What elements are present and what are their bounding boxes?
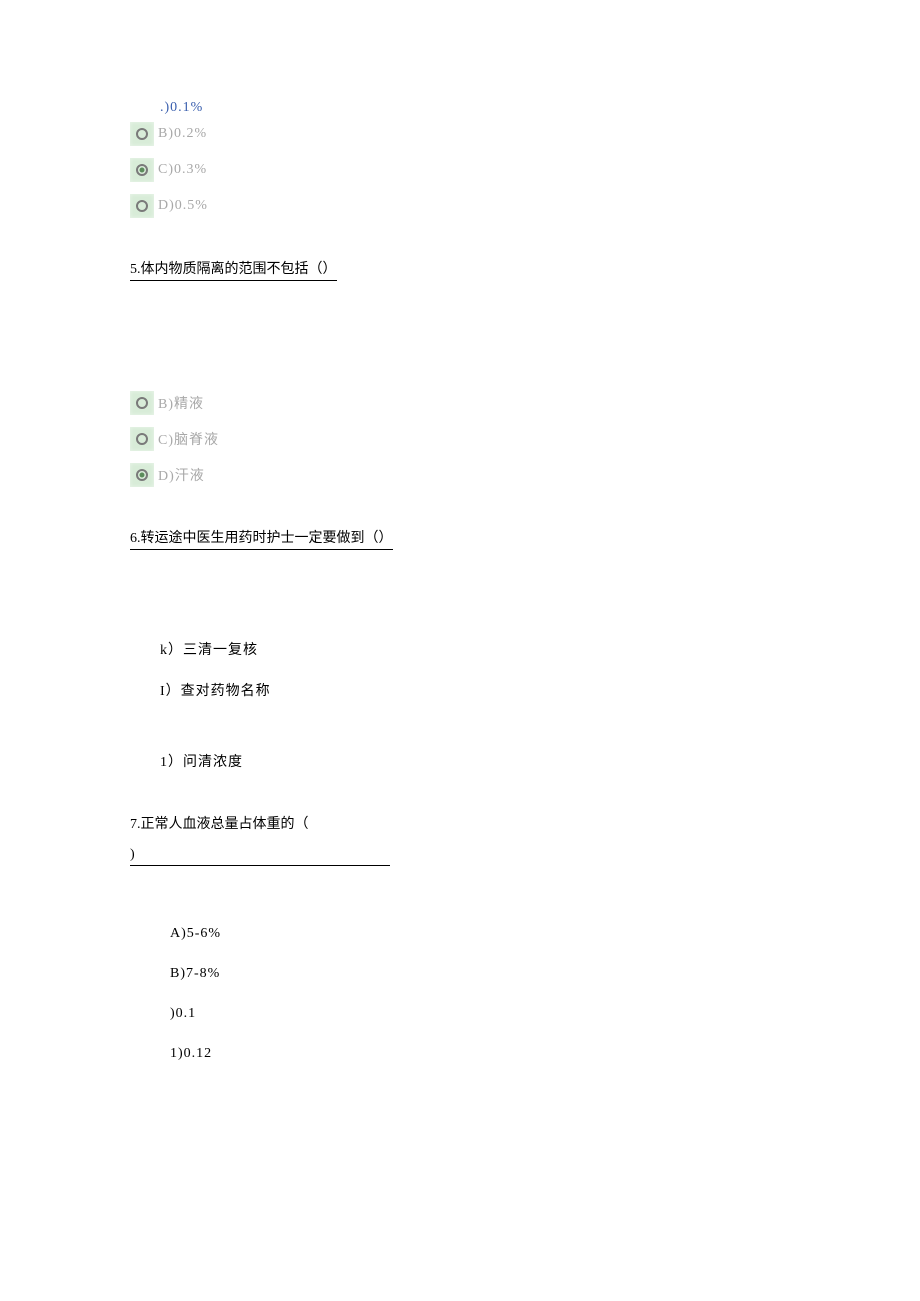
q6-item-i: I）查对药物名称 <box>160 681 280 702</box>
radio-unselected-icon[interactable] <box>130 122 154 146</box>
q7-options: A)5-6% B)7-8% )0.1 1)0.12 <box>130 926 790 1062</box>
q6-item-k: k）三清一复核 <box>160 640 270 661</box>
q5: 5.体内物质隔离的范围不包括（） <box>130 258 790 281</box>
q5-option-b-label: B)精液 <box>158 393 204 413</box>
q7-option-a: A)5-6% <box>170 926 790 942</box>
q7-option-b: B)7-8% <box>170 966 790 982</box>
q4-option-d-label: D)0.5% <box>158 198 208 214</box>
radio-unselected-icon[interactable] <box>130 427 154 451</box>
q6-items: k）三清一复核 I）查对药物名称 1）问清浓度 <box>130 640 790 773</box>
q7-option-d: 1)0.12 <box>170 1046 240 1062</box>
q7-title-line2: ) <box>130 847 390 866</box>
q4-option-b-row: B)0.2% <box>130 122 790 146</box>
radio-selected-icon[interactable] <box>130 463 154 487</box>
q4-option-d-row: D)0.5% <box>130 194 790 218</box>
radio-selected-icon[interactable] <box>130 158 154 182</box>
q5-option-c-row: C)脑脊液 <box>130 427 790 451</box>
q5-options: B)精液 C)脑脊液 D)汗液 <box>130 391 790 487</box>
q5-option-c-label: C)脑脊液 <box>158 429 219 449</box>
radio-unselected-icon[interactable] <box>130 194 154 218</box>
q6-title: 6.转运途中医生用药时护士一定要做到（） <box>130 527 393 550</box>
q4-option-b-label: B)0.2% <box>158 126 207 142</box>
q5-option-d-row: D)汗液 <box>130 463 790 487</box>
q5-option-b-row: B)精液 <box>130 391 790 415</box>
q4-options: .)0.1% B)0.2% C)0.3% D)0.5% <box>130 100 790 218</box>
q5-title: 5.体内物质隔离的范围不包括（） <box>130 258 337 281</box>
q7-title-line1: 7.正常人血液总量占体重的（ <box>130 813 790 833</box>
q5-option-d-label: D)汗液 <box>158 465 205 485</box>
radio-unselected-icon[interactable] <box>130 391 154 415</box>
q4-option-c-label: C)0.3% <box>158 162 207 178</box>
q4-option-c-row: C)0.3% <box>130 158 790 182</box>
q6-item-1: 1）问清浓度 <box>160 752 260 773</box>
q7-option-c: )0.1 <box>170 1006 790 1022</box>
q6: 6.转运途中医生用药时护士一定要做到（） <box>130 527 790 550</box>
page: .)0.1% B)0.2% C)0.3% D)0.5% 5.体内物质隔离的范围不… <box>0 0 920 1126</box>
q4-option-a: .)0.1% <box>160 100 240 116</box>
